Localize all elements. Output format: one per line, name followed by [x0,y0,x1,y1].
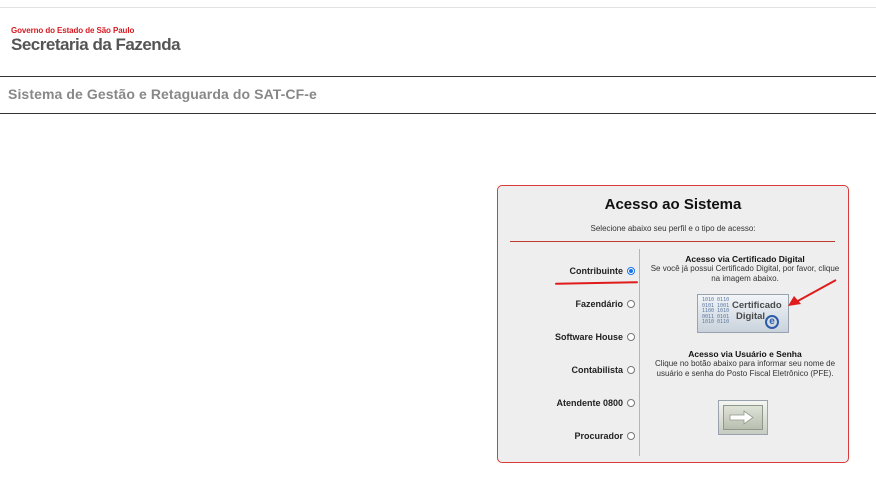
system-title: Sistema de Gestão e Retaguarda do SAT-CF… [8,86,317,102]
column-divider [639,249,640,456]
profile-radio-contabilista[interactable] [627,366,635,374]
profile-option-contabilista[interactable]: Contabilista [571,363,635,377]
sefaz-logo: Governo do Estado de São Paulo Secretari… [11,26,181,54]
profile-label: Software House [554,332,623,342]
system-title-band: Sistema de Gestão e Retaguarda do SAT-CF… [0,76,876,114]
profile-radio-atendente-0800[interactable] [627,399,635,407]
cert-button-line1: Certificado [732,300,782,311]
profile-label: Procurador [574,431,623,441]
digital-certificate-button[interactable]: 1010 0110 0101 1001 1100 1010 0011 0101 1010… [697,294,789,333]
access-options: Acesso via Certificado Digital Se você j… [641,186,849,462]
binary-pattern-icon: 1010 0110 0101 1001 1100 1010 0011 0101 1010… [702,297,730,325]
profile-option-fazendario[interactable]: Fazendário [575,297,635,311]
top-rule [0,7,876,8]
profile-label: Atendente 0800 [556,398,623,408]
profile-label: Fazendário [575,299,623,309]
user-section-title: Acesso via Usuário e Senha [688,349,802,359]
profile-option-atendente-0800[interactable]: Atendente 0800 [556,396,635,410]
profile-radio-contribuinte[interactable] [627,267,635,275]
e-cpf-logo-icon: e [765,315,779,329]
enter-arrow-icon [723,405,763,430]
agency-name: Secretaria da Fazenda [11,35,181,54]
profile-option-procurador[interactable]: Procurador [574,429,635,443]
profile-radio-procurador[interactable] [627,432,635,440]
profile-option-contribuinte[interactable]: Contribuinte [569,264,635,278]
profile-radio-fazendario[interactable] [627,300,635,308]
red-underline-annotation [554,281,639,285]
profile-list: Contribuinte Fazendário Software House C… [498,186,639,462]
cert-button-line2: Digital [736,311,766,322]
gov-line: Governo do Estado de São Paulo [11,26,135,35]
cert-section-title: Acesso via Certificado Digital [685,254,805,264]
arrow-right-icon [729,410,754,425]
profile-label: Contabilista [571,365,623,375]
profile-label: Contribuinte [569,266,624,276]
user-section-text: Clique no botão abaixo para informar seu… [654,359,836,378]
profile-option-software-house[interactable]: Software House [555,330,635,344]
red-arrow-annotation-icon [788,279,837,306]
access-panel: Acesso ao Sistema Selecione abaixo seu p… [497,185,849,463]
profile-radio-software-house[interactable] [627,333,635,341]
user-login-button[interactable] [718,400,768,435]
